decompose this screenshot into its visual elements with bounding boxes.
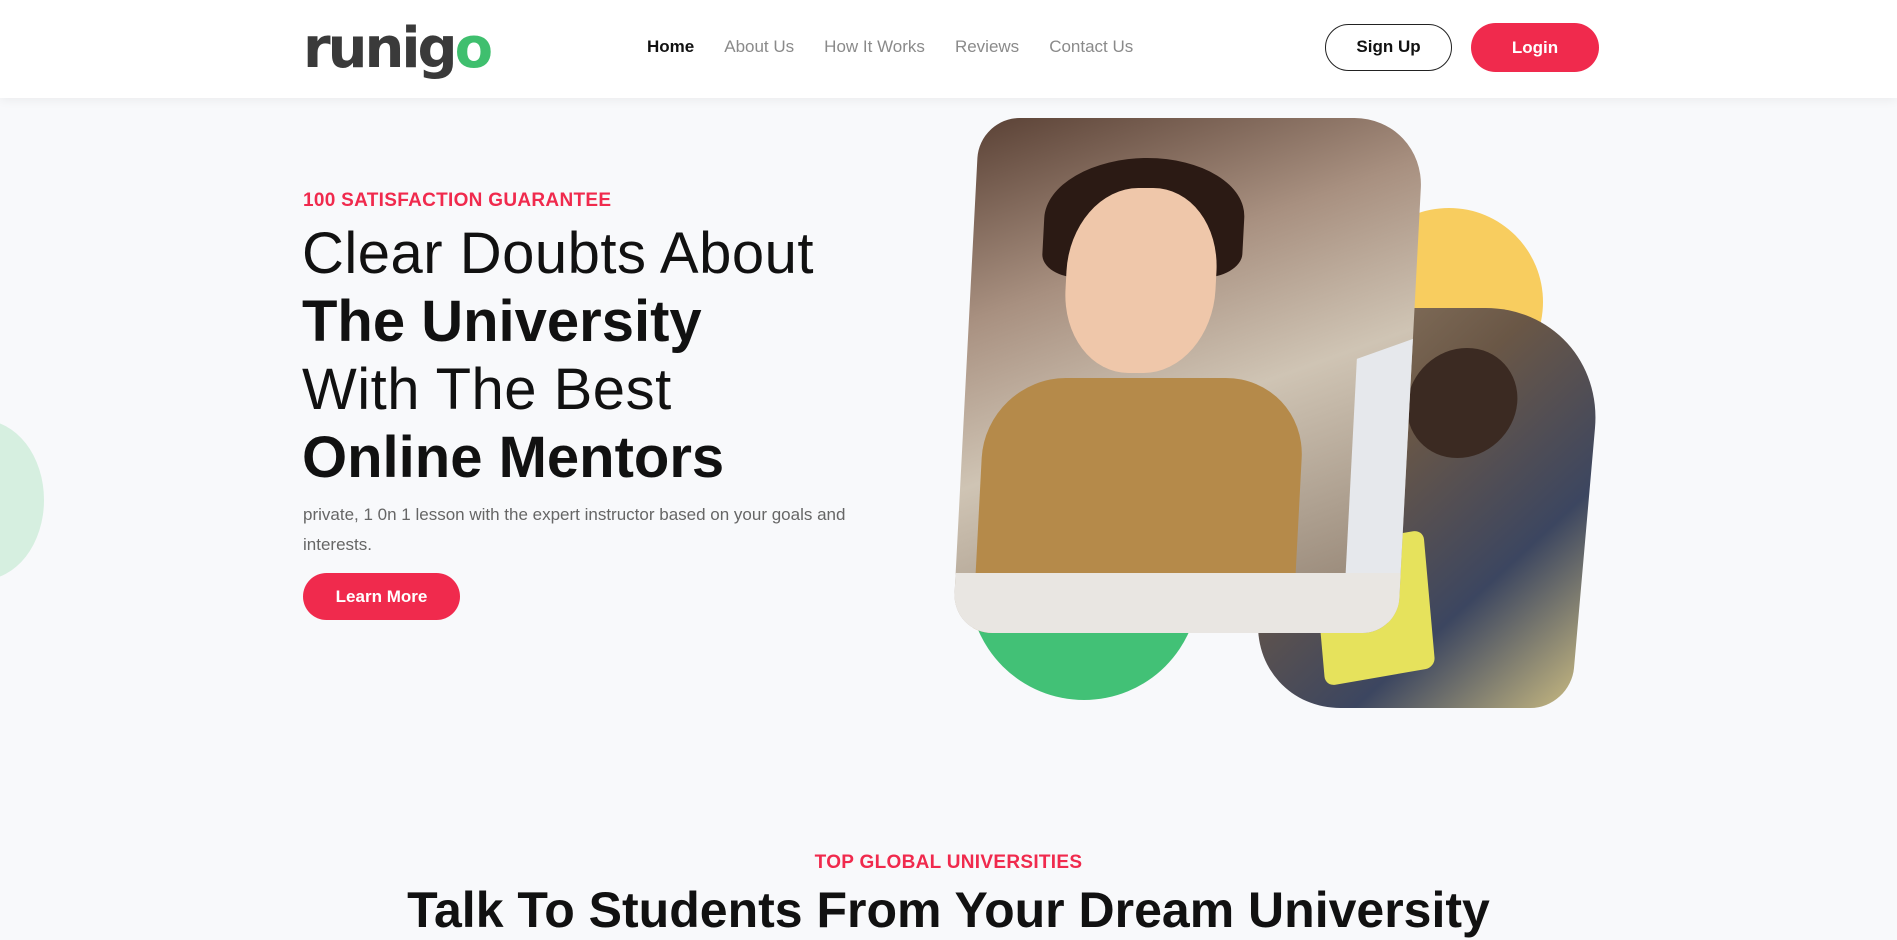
site-header: runigo Home About Us How It Works Review…: [0, 0, 1897, 98]
nav-about-us[interactable]: About Us: [724, 36, 794, 58]
mentor-photo: [952, 118, 1425, 633]
sign-up-button[interactable]: Sign Up: [1325, 24, 1452, 71]
universities-eyebrow: TOP GLOBAL UNIVERSITIES: [814, 852, 1083, 873]
decorative-green-blob: [0, 420, 44, 580]
student-head: [1402, 348, 1522, 458]
runigo-logo[interactable]: runigo: [303, 14, 494, 84]
hero-eyebrow: 100 SATISFACTION GUARANTEE: [303, 190, 612, 211]
headline-line-4: Online Mentors: [302, 425, 725, 490]
headline-line-2: The University: [302, 289, 702, 354]
main-nav: Home About Us How It Works Reviews Conta…: [647, 36, 1163, 58]
title-middle: To Students From Your: [503, 882, 1079, 938]
nav-how-it-works[interactable]: How It Works: [824, 36, 925, 58]
login-button[interactable]: Login: [1471, 23, 1599, 72]
nav-reviews[interactable]: Reviews: [955, 36, 1019, 58]
nav-contact-us[interactable]: Contact Us: [1049, 36, 1133, 58]
universities-title: Talk To Students From Your Dream Univers…: [0, 880, 1897, 940]
logo-text: runig: [303, 16, 458, 81]
learn-more-button[interactable]: Learn More: [303, 573, 460, 620]
hero-subtext: private, 1 0n 1 lesson with the expert i…: [303, 505, 846, 554]
title-bold-dream: Dream University: [1078, 882, 1490, 938]
photo-face: [1061, 188, 1221, 373]
headline-line-1: Clear Doubts About: [302, 221, 814, 286]
hero-headline: Clear Doubts About The University With T…: [302, 220, 814, 492]
logo-accent-letter: o: [454, 16, 494, 81]
photo-desk: [952, 573, 1401, 633]
title-bold-talk: Talk: [407, 882, 504, 938]
nav-home[interactable]: Home: [647, 36, 694, 58]
headline-line-3: With The Best: [302, 357, 672, 422]
